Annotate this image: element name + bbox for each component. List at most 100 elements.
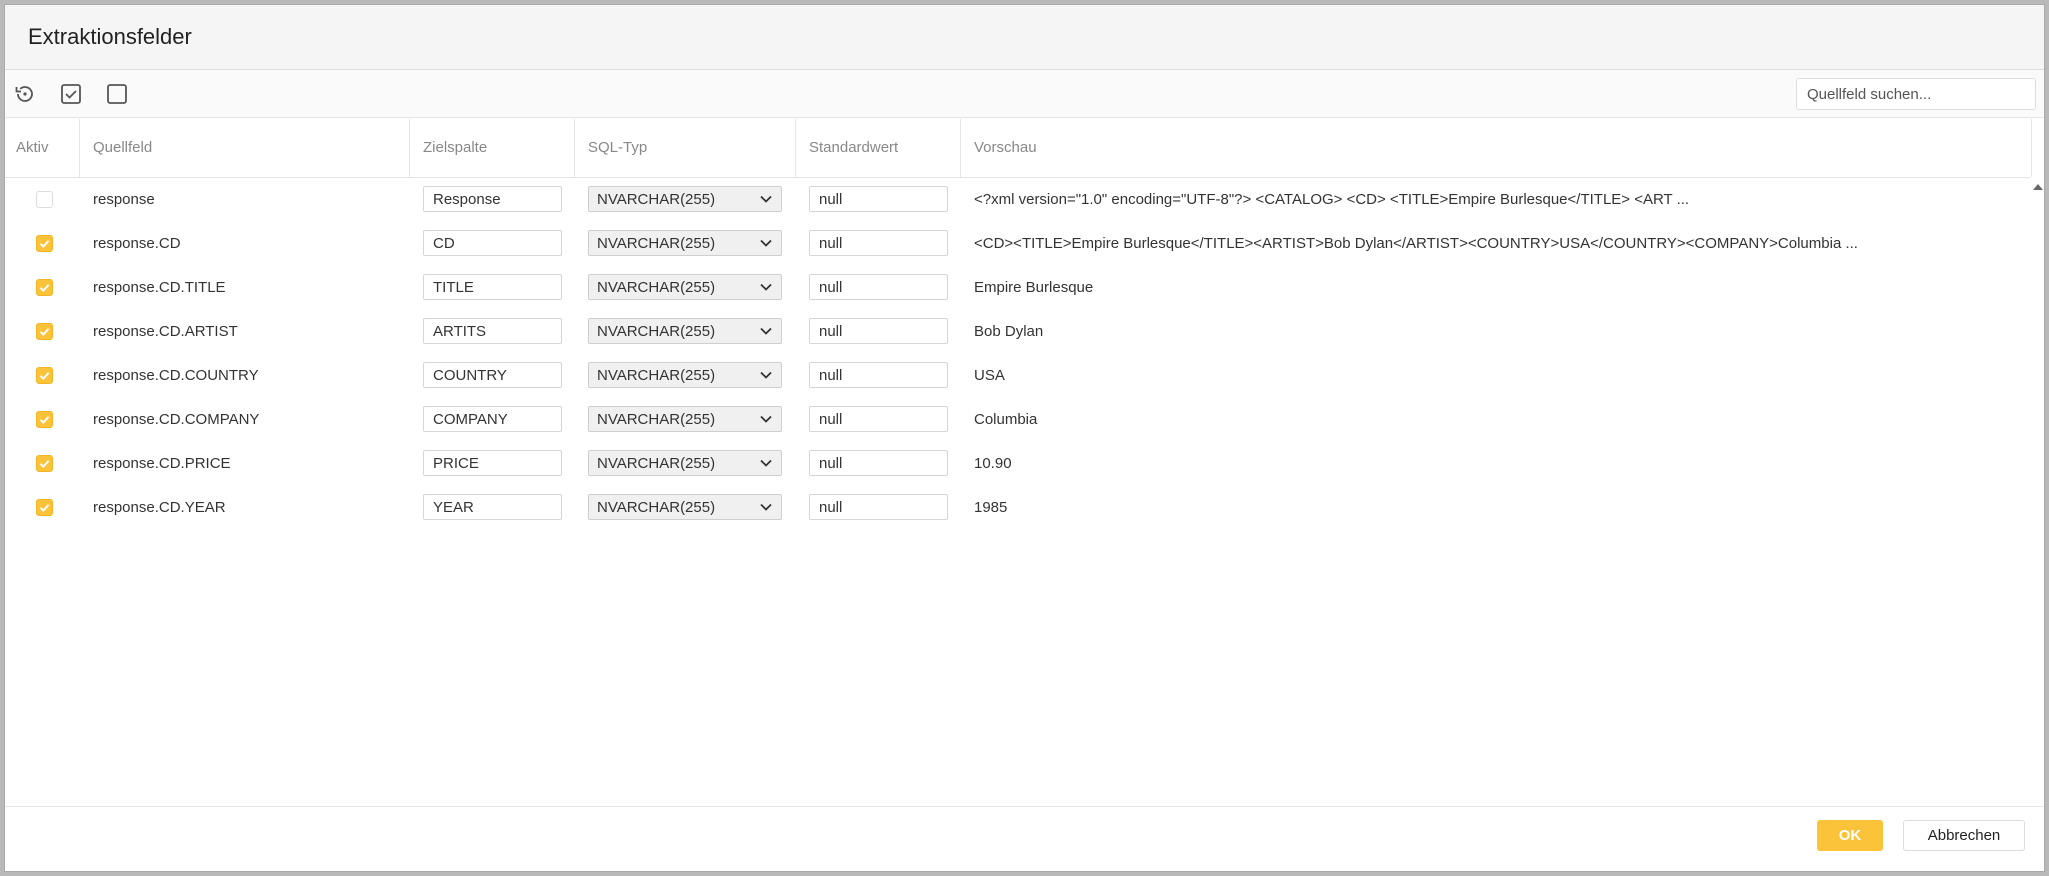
source-field-name: response.CD.ARTIST <box>93 322 238 340</box>
table-row[interactable]: response.CD.PRICE NVARCHAR(255) 10.90 <box>5 441 2030 485</box>
active-checkbox[interactable] <box>36 278 53 296</box>
extraction-fields-dialog: Extraktionsfelder Aktiv Quellfeld Zielsp… <box>4 4 2045 872</box>
table-body: response NVARCHAR(255) <?xml version="1.0"… <box>5 177 2030 529</box>
default-value-input[interactable] <box>809 406 948 432</box>
source-field-name: response.CD.YEAR <box>93 498 226 516</box>
preview-value: Columbia <box>974 410 1038 428</box>
chevron-down-icon <box>760 283 772 291</box>
source-field-name: response.CD <box>93 234 181 252</box>
active-checkbox[interactable] <box>36 322 53 340</box>
table-row[interactable]: response NVARCHAR(255) <?xml version="1.0"… <box>5 177 2030 221</box>
checkbox-checked-icon <box>61 84 81 104</box>
active-checkbox[interactable] <box>36 454 53 472</box>
cancel-button[interactable]: Abbrechen <box>1903 820 2025 851</box>
active-checkbox[interactable] <box>36 190 53 208</box>
target-column-input[interactable] <box>423 450 562 476</box>
ok-button[interactable]: OK <box>1817 820 1883 851</box>
select-none-button[interactable] <box>103 80 131 108</box>
checkmark-icon <box>39 327 50 336</box>
checkmark-icon <box>39 459 50 468</box>
chevron-down-icon <box>760 415 772 423</box>
default-value-input[interactable] <box>809 274 948 300</box>
active-checkbox[interactable] <box>36 234 53 252</box>
sql-type-value: NVARCHAR(255) <box>597 454 716 472</box>
sql-type-value: NVARCHAR(255) <box>597 366 716 384</box>
target-column-input[interactable] <box>423 186 562 212</box>
toolbar <box>5 70 2044 118</box>
table-row[interactable]: response.CD.TITLE NVARCHAR(255) Empire Bur… <box>5 265 2030 309</box>
scroll-up-icon[interactable] <box>2031 181 2045 193</box>
sql-type-value: NVARCHAR(255) <box>597 190 716 208</box>
source-field-name: response.CD.COUNTRY <box>93 366 259 384</box>
sql-type-value: NVARCHAR(255) <box>597 234 716 252</box>
reset-icon <box>15 86 33 102</box>
target-column-input[interactable] <box>423 362 562 388</box>
source-field-name: response.CD.COMPANY <box>93 410 260 428</box>
sql-type-value: NVARCHAR(255) <box>597 498 716 516</box>
preview-value: USA <box>974 366 1005 384</box>
chevron-down-icon <box>760 327 772 335</box>
column-header-preview[interactable]: Vorschau <box>961 119 2032 177</box>
column-header-active[interactable]: Aktiv <box>5 119 80 177</box>
chevron-down-icon <box>760 503 772 511</box>
sql-type-value: NVARCHAR(255) <box>597 322 716 340</box>
table-row[interactable]: response.CD.ARTIST NVARCHAR(255) Bob Dylan <box>5 309 2030 353</box>
sql-type-select[interactable]: NVARCHAR(255) <box>588 230 782 256</box>
dialog-footer: OK Abbrechen <box>5 806 2044 871</box>
preview-value: 10.90 <box>974 454 1012 472</box>
default-value-input[interactable] <box>809 230 948 256</box>
table-row[interactable]: response.CD.COUNTRY NVARCHAR(255) USA <box>5 353 2030 397</box>
default-value-input[interactable] <box>809 318 948 344</box>
table-row[interactable]: response.CD NVARCHAR(255) <CD><TITLE>Empir… <box>5 221 2030 265</box>
target-column-input[interactable] <box>423 318 562 344</box>
sql-type-select[interactable]: NVARCHAR(255) <box>588 494 782 520</box>
sql-type-select[interactable]: NVARCHAR(255) <box>588 186 782 212</box>
dialog-titlebar: Extraktionsfelder <box>5 5 2044 70</box>
column-header-sqltype[interactable]: SQL-Typ <box>575 119 796 177</box>
chevron-down-icon <box>760 459 772 467</box>
target-column-input[interactable] <box>423 406 562 432</box>
sql-type-select[interactable]: NVARCHAR(255) <box>588 450 782 476</box>
default-value-input[interactable] <box>809 450 948 476</box>
table-row[interactable]: response.CD.YEAR NVARCHAR(255) 1985 <box>5 485 2030 529</box>
source-field-name: response.CD.PRICE <box>93 454 231 472</box>
column-header-source[interactable]: Quellfeld <box>80 119 410 177</box>
sql-type-select[interactable]: NVARCHAR(255) <box>588 274 782 300</box>
reset-button[interactable] <box>11 80 39 108</box>
chevron-down-icon <box>760 239 772 247</box>
sql-type-select[interactable]: NVARCHAR(255) <box>588 406 782 432</box>
default-value-input[interactable] <box>809 362 948 388</box>
checkmark-icon <box>39 239 50 248</box>
default-value-input[interactable] <box>809 494 948 520</box>
vertical-scrollbar[interactable] <box>2030 177 2044 817</box>
column-header-target[interactable]: Zielspalte <box>410 119 575 177</box>
active-checkbox[interactable] <box>36 410 53 428</box>
target-column-input[interactable] <box>423 274 562 300</box>
preview-value: 1985 <box>974 498 1008 516</box>
sql-type-select[interactable]: NVARCHAR(255) <box>588 362 782 388</box>
checkmark-icon <box>39 371 50 380</box>
chevron-down-icon <box>760 195 772 203</box>
sql-type-value: NVARCHAR(255) <box>597 410 716 428</box>
table-row[interactable]: response.CD.COMPANY NVARCHAR(255) Columbia <box>5 397 2030 441</box>
table-header: Aktiv Quellfeld Zielspalte SQL-Typ Stand… <box>5 119 2032 178</box>
checkmark-icon <box>39 283 50 292</box>
chevron-down-icon <box>760 371 772 379</box>
active-checkbox[interactable] <box>36 366 53 384</box>
target-column-input[interactable] <box>423 230 562 256</box>
preview-value: <CD><TITLE>Empire Burlesque</TITLE><ARTI… <box>974 234 1858 252</box>
target-column-input[interactable] <box>423 494 562 520</box>
default-value-input[interactable] <box>809 186 948 212</box>
preview-value: <?xml version="1.0" encoding="UTF-8"?> <… <box>974 190 1690 208</box>
preview-value: Empire Burlesque <box>974 278 1094 296</box>
dialog-title: Extraktionsfelder <box>28 24 192 49</box>
source-field-search-input[interactable] <box>1796 78 2036 110</box>
checkmark-icon <box>39 415 50 424</box>
sql-type-select[interactable]: NVARCHAR(255) <box>588 318 782 344</box>
column-header-default[interactable]: Standardwert <box>796 119 961 177</box>
preview-value: Bob Dylan <box>974 322 1044 340</box>
active-checkbox[interactable] <box>36 498 53 516</box>
checkbox-empty-icon <box>107 84 127 104</box>
select-all-button[interactable] <box>57 80 85 108</box>
source-field-name: response.CD.TITLE <box>93 278 226 296</box>
